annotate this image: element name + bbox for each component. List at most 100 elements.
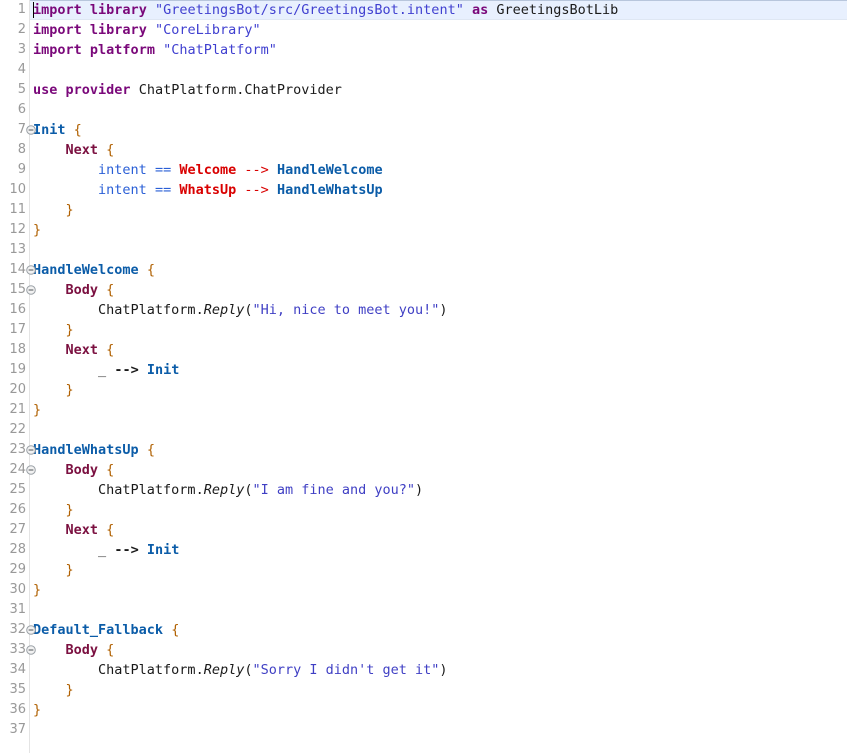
code-line[interactable]: 13 — [0, 240, 847, 260]
code-text[interactable]: ChatPlatform.Reply("I am fine and you?") — [33, 480, 423, 500]
code-line[interactable]: 18 Next { — [0, 340, 847, 360]
code-text[interactable]: Default_Fallback { — [33, 620, 179, 640]
code-line[interactable]: 37 — [0, 720, 847, 740]
code-text[interactable]: } — [33, 200, 74, 220]
code-text[interactable]: } — [33, 220, 41, 240]
code-line[interactable]: 27 Next { — [0, 520, 847, 540]
code-line[interactable]: 28 _ --> Init — [0, 540, 847, 560]
code-text[interactable]: Next { — [33, 340, 115, 360]
code-line[interactable]: 29 } — [0, 560, 847, 580]
code-token: { — [106, 642, 115, 658]
code-line[interactable]: 24 Body { — [0, 460, 847, 480]
line-number: 14 — [9, 262, 26, 277]
code-line[interactable]: 12} — [0, 220, 847, 240]
fold-collapse-icon[interactable] — [26, 625, 36, 635]
fold-collapse-icon[interactable] — [26, 465, 36, 475]
code-text[interactable]: } — [33, 500, 74, 520]
code-line[interactable]: 23 HandleWhatsUp { — [0, 440, 847, 460]
line-number: 34 — [9, 662, 26, 677]
line-number: 26 — [9, 502, 26, 517]
code-line[interactable]: 11 } — [0, 200, 847, 220]
code-line[interactable]: 10 intent == WhatsUp --> HandleWhatsUp — [0, 180, 847, 200]
code-line[interactable]: 21} — [0, 400, 847, 420]
code-text[interactable]: Next { — [33, 520, 115, 540]
code-text[interactable]: Body { — [33, 460, 115, 480]
code-text[interactable]: } — [33, 380, 74, 400]
code-text[interactable]: ChatPlatform.Reply("Sorry I didn't get i… — [33, 660, 448, 680]
fold-collapse-icon[interactable] — [26, 125, 36, 135]
code-text[interactable]: Body { — [33, 280, 115, 300]
code-line[interactable]: 35 } — [0, 680, 847, 700]
code-text[interactable]: Next { — [33, 140, 115, 160]
code-line[interactable]: 20 } — [0, 380, 847, 400]
code-line[interactable]: 32 Default_Fallback { — [0, 620, 847, 640]
code-text[interactable]: HandleWhatsUp { — [33, 440, 155, 460]
code-text[interactable]: import library "CoreLibrary" — [33, 20, 261, 40]
code-line[interactable]: 26 } — [0, 500, 847, 520]
code-line[interactable]: 6 — [0, 100, 847, 120]
code-text[interactable]: HandleWelcome { — [33, 260, 155, 280]
code-line[interactable]: 19 _ --> Init — [0, 360, 847, 380]
code-text[interactable]: } — [33, 580, 41, 600]
code-line[interactable]: 25 ChatPlatform.Reply("I am fine and you… — [0, 480, 847, 500]
code-text[interactable]: } — [33, 680, 74, 700]
code-line[interactable]: 34 ChatPlatform.Reply("Sorry I didn't ge… — [0, 660, 847, 680]
code-token: "GreetingsBot/src/GreetingsBot.intent" — [154, 2, 464, 18]
code-text[interactable]: _ --> Init — [33, 540, 179, 560]
code-line[interactable]: 14 HandleWelcome { — [0, 260, 847, 280]
line-number: 2 — [17, 22, 26, 37]
code-line[interactable]: 33 Body { — [0, 640, 847, 660]
code-text[interactable]: intent == Welcome --> HandleWelcome — [33, 160, 383, 180]
code-text[interactable]: intent == WhatsUp --> HandleWhatsUp — [33, 180, 383, 200]
code-line[interactable]: 22 — [0, 420, 847, 440]
code-line[interactable]: 15 Body { — [0, 280, 847, 300]
code-token: Body — [65, 642, 99, 658]
code-text[interactable]: import library "GreetingsBot/src/Greetin… — [33, 0, 618, 20]
fold-collapse-icon[interactable] — [26, 645, 36, 655]
code-token: HandleWelcome — [276, 162, 383, 178]
code-editor[interactable]: 1 import library "GreetingsBot/src/Greeti… — [0, 0, 847, 753]
code-text[interactable]: _ --> Init — [33, 360, 179, 380]
code-line[interactable]: 5 use provider ChatPlatform.ChatProvider — [0, 80, 847, 100]
code-line[interactable]: 8 Next { — [0, 140, 847, 160]
code-text[interactable]: } — [33, 320, 74, 340]
code-token: { — [106, 142, 115, 158]
code-text[interactable]: } — [33, 560, 74, 580]
code-text[interactable]: Init { — [33, 120, 82, 140]
code-line[interactable]: 1 import library "GreetingsBot/src/Greeti… — [0, 0, 847, 20]
code-text[interactable]: import platform "ChatPlatform" — [33, 40, 277, 60]
code-text[interactable]: ChatPlatform.Reply("Hi, nice to meet you… — [33, 300, 448, 320]
code-token: } — [33, 222, 42, 238]
code-line[interactable]: 16 ChatPlatform.Reply("Hi, nice to meet … — [0, 300, 847, 320]
code-line[interactable]: 31 — [0, 600, 847, 620]
code-line[interactable]: 3 import platform "ChatPlatform" — [0, 40, 847, 60]
code-token: { — [106, 282, 115, 298]
line-number: 8 — [17, 142, 26, 157]
code-line[interactable]: 9 intent == Welcome --> HandleWelcome — [0, 160, 847, 180]
code-text[interactable]: Body { — [33, 640, 115, 660]
code-line[interactable]: 7 Init { — [0, 120, 847, 140]
fold-collapse-icon[interactable] — [26, 265, 36, 275]
code-text[interactable]: } — [33, 400, 41, 420]
line-number: 35 — [9, 682, 26, 697]
code-text[interactable]: use provider ChatPlatform.ChatProvider — [33, 80, 342, 100]
line-number: 7 — [17, 122, 26, 137]
fold-collapse-icon[interactable] — [26, 445, 36, 455]
code-line[interactable]: 17 } — [0, 320, 847, 340]
fold-collapse-icon[interactable] — [26, 285, 36, 295]
code-text[interactable]: } — [33, 700, 41, 720]
code-line[interactable]: 30} — [0, 580, 847, 600]
code-line[interactable]: 36} — [0, 700, 847, 720]
code-token: Init — [146, 362, 180, 378]
code-line-list[interactable]: 1 import library "GreetingsBot/src/Greeti… — [0, 0, 847, 740]
line-number: 13 — [9, 242, 26, 257]
code-line[interactable]: 4 — [0, 60, 847, 80]
code-line[interactable]: 2 import library "CoreLibrary" — [0, 20, 847, 40]
